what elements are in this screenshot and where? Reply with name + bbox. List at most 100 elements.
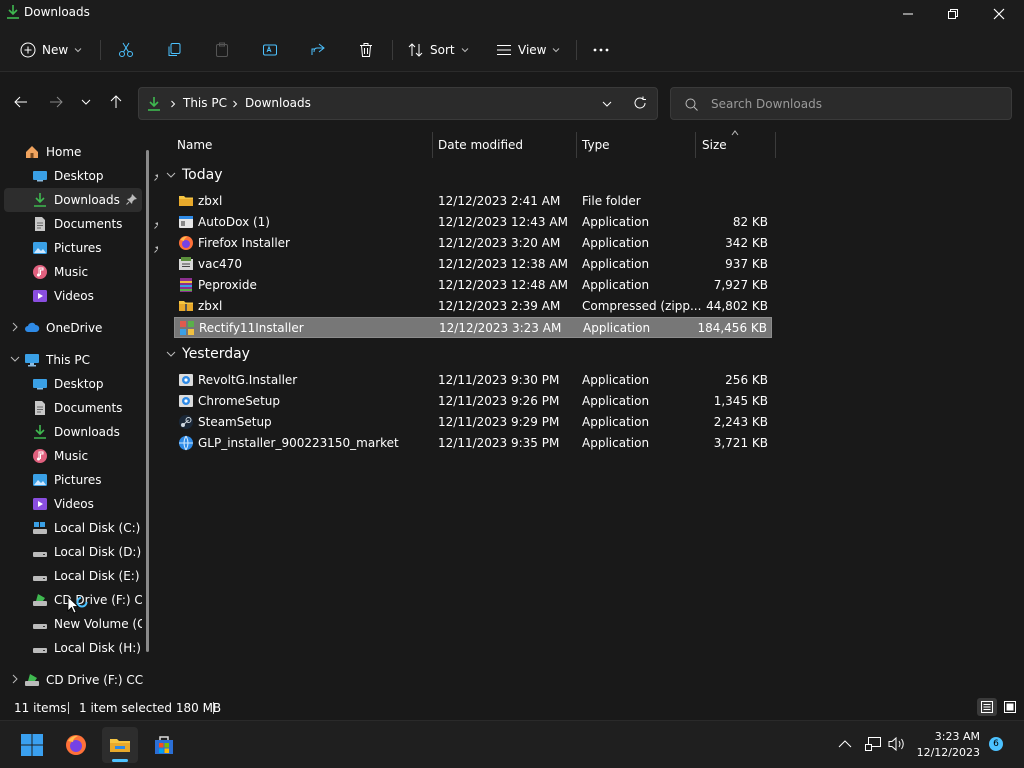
sort-button[interactable]: Sort: [408, 36, 469, 64]
file-type: Compressed (zipp...: [582, 299, 702, 313]
paste-button[interactable]: [214, 36, 230, 64]
sidebar-item-pc-downloads[interactable]: Downloads: [32, 420, 142, 444]
file-date: 12/11/2023 9:35 PM: [438, 436, 560, 450]
recent-locations-button[interactable]: [74, 90, 98, 114]
file-name: GLP_installer_900223150_market: [198, 436, 399, 450]
column-header-date[interactable]: Date modified: [438, 138, 523, 152]
restore-button[interactable]: [930, 0, 976, 28]
file-row[interactable]: vac470 12/12/2023 12:38 AM Application 937 …: [174, 254, 772, 275]
title-bar: Downloads: [0, 0, 1024, 28]
sidebar-item-this-pc[interactable]: This PC: [24, 348, 162, 372]
search-input[interactable]: [711, 95, 1001, 113]
file-row[interactable]: Rectify11Installer 12/12/2023 3:23 AM Appl…: [174, 317, 772, 338]
delete-button[interactable]: [358, 36, 374, 64]
file-row[interactable]: SteamSetup 12/11/2023 9:29 PM Application 2…: [174, 412, 772, 433]
file-row[interactable]: Peproxide 12/12/2023 12:48 AM Application 7…: [174, 275, 772, 296]
breadcrumb-this-pc[interactable]: This PC: [183, 96, 227, 110]
back-button[interactable]: [9, 90, 33, 114]
group-yesterday[interactable]: Yesterday: [166, 346, 250, 362]
taskbar-file-explorer[interactable]: [102, 727, 138, 763]
cloud-icon: [25, 322, 40, 332]
column-divider[interactable]: [695, 132, 696, 158]
chevron-right-icon[interactable]: [10, 322, 20, 332]
sidebar-item-music[interactable]: Music: [32, 260, 170, 284]
sidebar-item-desktop[interactable]: Desktop: [32, 164, 170, 188]
clipboard-icon: [216, 42, 228, 57]
tiles-view-button[interactable]: [1000, 698, 1020, 716]
close-button[interactable]: [976, 0, 1022, 28]
file-row[interactable]: ChromeSetup 12/11/2023 9:26 PM Application…: [174, 391, 772, 412]
sidebar-item-pictures[interactable]: Pictures: [32, 236, 170, 260]
volume-icon[interactable]: [888, 736, 906, 752]
file-date: 12/12/2023 2:41 AM: [438, 194, 561, 208]
sidebar-item-pc-documents[interactable]: Documents: [32, 396, 142, 420]
taskbar-firefox[interactable]: [58, 727, 94, 763]
minimize-button[interactable]: [885, 0, 931, 28]
sidebar-item-pc-music[interactable]: Music: [32, 444, 142, 468]
sidebar-scrollbar[interactable]: [146, 150, 149, 652]
search-box[interactable]: [670, 87, 1012, 120]
file-row[interactable]: GLP_installer_900223150_market 12/11/2023…: [174, 433, 772, 454]
view-button[interactable]: View: [496, 36, 560, 64]
notification-badge[interactable]: 6: [989, 737, 1003, 751]
clock[interactable]: 3:23 AM 12/12/2023: [917, 729, 980, 761]
file-date: 12/11/2023 9:26 PM: [438, 394, 560, 408]
chevron-down-icon: [74, 48, 82, 53]
sidebar-item-downloads[interactable]: Downloads: [4, 188, 142, 212]
sidebar-item-home[interactable]: Home: [24, 140, 162, 164]
steam-icon: [179, 415, 193, 429]
busy-cursor-icon: [67, 596, 88, 614]
sidebar-item-pc-local-disk-e[interactable]: Local Disk (E:): [32, 564, 142, 588]
forward-button[interactable]: [44, 90, 68, 114]
file-type: File folder: [582, 194, 641, 208]
sidebar-item-documents[interactable]: Documents: [32, 212, 170, 236]
pin-icon[interactable]: [126, 193, 138, 205]
restore-icon: [948, 9, 958, 19]
refresh-icon[interactable]: [633, 96, 647, 110]
home-icon: [26, 146, 38, 158]
sidebar-item-pc-videos[interactable]: Videos: [32, 492, 142, 516]
sidebar-item-pc-local-disk-c[interactable]: Local Disk (C:): [32, 516, 142, 540]
sidebar-item-videos[interactable]: Videos: [32, 284, 170, 308]
share-button[interactable]: [310, 36, 326, 64]
chevron-up-icon[interactable]: [838, 739, 852, 749]
sidebar-item-onedrive[interactable]: OneDrive: [24, 316, 162, 340]
sidebar-item-pc-desktop[interactable]: Desktop: [32, 372, 142, 396]
column-header-size[interactable]: Size: [702, 138, 727, 152]
address-bar[interactable]: This PC Downloads: [138, 87, 658, 120]
chevron-right-icon[interactable]: [10, 674, 20, 684]
file-name: ChromeSetup: [198, 394, 280, 408]
sidebar-item-pc-pictures[interactable]: Pictures: [32, 468, 142, 492]
column-divider[interactable]: [432, 132, 433, 158]
breadcrumb-downloads[interactable]: Downloads: [245, 96, 311, 110]
file-row[interactable]: zbxl 12/12/2023 2:39 AM Compressed (zipp..…: [174, 296, 772, 317]
sidebar-item-cd-drive[interactable]: CD Drive (F:) CCC: [24, 668, 144, 692]
file-row[interactable]: AutoDox (1) 12/12/2023 12:43 AM Applicatio…: [174, 212, 772, 233]
cut-button[interactable]: [118, 36, 134, 64]
more-options-button[interactable]: [592, 36, 610, 64]
sidebar-item-pc-local-disk-d[interactable]: Local Disk (D:): [32, 540, 142, 564]
column-header-name[interactable]: Name: [177, 138, 212, 152]
separator: [392, 40, 393, 60]
computer-icon: [25, 354, 39, 367]
copy-button[interactable]: [166, 36, 182, 64]
up-button[interactable]: [104, 90, 128, 114]
file-row[interactable]: Firefox Installer 12/12/2023 3:20 AM Appli…: [174, 233, 772, 254]
column-divider[interactable]: [775, 132, 776, 158]
chevron-down-icon: [553, 48, 560, 53]
taskbar-store[interactable]: [146, 727, 182, 763]
new-button[interactable]: New: [20, 36, 82, 64]
column-divider[interactable]: [576, 132, 577, 158]
file-row[interactable]: zbxl 12/12/2023 2:41 AM File folder: [174, 191, 772, 212]
file-type: Application: [582, 236, 650, 250]
chevron-down-icon[interactable]: [10, 354, 20, 364]
details-view-button[interactable]: [977, 698, 997, 716]
start-button[interactable]: [14, 727, 50, 763]
group-today[interactable]: Today: [166, 167, 223, 183]
chevron-down-icon[interactable]: [601, 99, 613, 109]
column-header-type[interactable]: Type: [582, 138, 610, 152]
network-icon[interactable]: [864, 736, 882, 752]
rename-button[interactable]: [262, 36, 278, 64]
file-row[interactable]: RevoltG.Installer 12/11/2023 9:30 PM Appli…: [174, 370, 772, 391]
sidebar-item-pc-local-disk-h[interactable]: Local Disk (H:): [32, 636, 142, 660]
